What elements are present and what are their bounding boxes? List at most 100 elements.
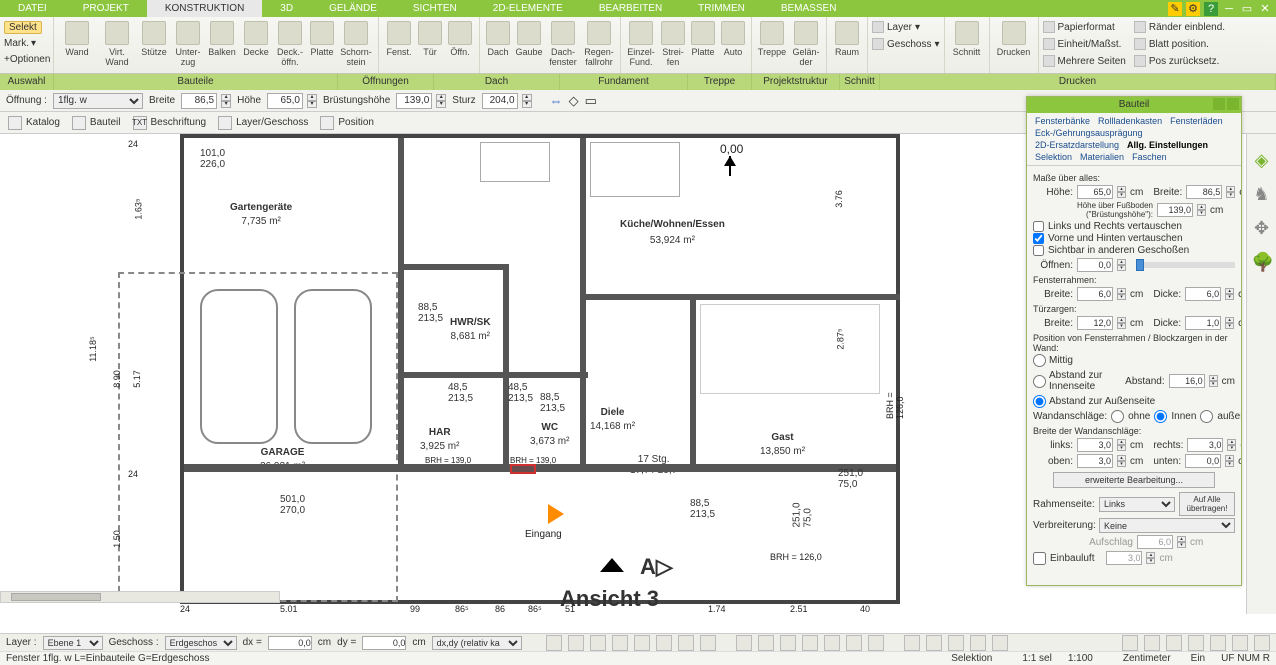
maximize-icon[interactable]: ▭ [1240,2,1254,16]
sb-icon-11[interactable] [780,635,796,651]
ck-sichtbar[interactable] [1033,245,1044,256]
gelaender-button[interactable]: Gelän-der [790,19,822,73]
blatt-pos-button[interactable]: Blatt position. [1134,36,1225,52]
treppe-button[interactable]: Treppe [756,19,788,73]
dach-button[interactable]: Dach [484,19,512,73]
tuer-button[interactable]: Tür [417,19,443,73]
sb-icon-17[interactable] [926,635,942,651]
info-icon[interactable]: ? [1204,2,1218,16]
oben-input[interactable] [1077,454,1113,468]
sb-icon-16[interactable] [904,635,920,651]
sb-icon-20[interactable] [992,635,1008,651]
sb-geschoss-select[interactable]: Erdgeschos [165,636,237,650]
help-icon[interactable]: ✎ [1168,2,1182,16]
panel-close-icon[interactable] [1227,98,1239,110]
mehrere-seiten-button[interactable]: Mehrere Seiten [1043,53,1126,69]
hoehe-spinner[interactable]: ▴▾ [307,94,317,108]
oeffnen-slider[interactable] [1136,262,1235,268]
tab-bemassen[interactable]: BEMASSEN [763,0,855,17]
katalog-button[interactable]: Katalog [8,116,60,130]
td-input[interactable] [1185,316,1221,330]
layers-icon[interactable]: ◈ [1252,150,1272,170]
regenfallrohr-button[interactable]: Regen-fallrohr [582,19,616,73]
ptab-2d[interactable]: 2D-Ersatzdarstellung [1031,139,1123,151]
p-breite-input[interactable] [1186,185,1222,199]
selected-window[interactable] [510,464,536,474]
fplatte-button[interactable]: Platte [689,19,717,73]
sb-icon-10[interactable] [758,635,774,651]
tab-bearbeiten[interactable]: BEARBEITEN [581,0,680,17]
papierformat-button[interactable]: Papierformat [1043,19,1126,35]
sb-icon-7[interactable] [678,635,694,651]
tab-projekt[interactable]: PROJEKT [65,0,147,17]
links-input[interactable] [1077,438,1113,452]
h-scrollbar-thumb[interactable] [11,593,101,601]
sturz-spinner[interactable]: ▴▾ [522,94,532,108]
selekt-button[interactable]: Selekt [4,21,42,34]
bauteil-button[interactable]: Bauteil [72,116,121,130]
sb-icon-12[interactable] [802,635,818,651]
p-hof-input[interactable] [1157,203,1193,217]
ptab-fensterlaeden[interactable]: Fensterläden [1166,115,1227,127]
h-scrollbar[interactable] [0,591,280,603]
sb-icon-9[interactable] [736,635,752,651]
ptab-rollladen[interactable]: Rollladenkasten [1094,115,1166,127]
stuetze-button[interactable]: Stütze [138,19,170,73]
sb-icon-13[interactable] [824,635,840,651]
sb-icon-3[interactable] [590,635,606,651]
sb-icon-r3[interactable] [1166,635,1182,651]
sb-icon-r6[interactable] [1232,635,1248,651]
sb-layer-select[interactable]: Ebene 1 [43,636,103,650]
balken-button[interactable]: Balken [206,19,238,73]
r-mittig[interactable] [1033,354,1046,367]
sb-icon-8[interactable] [700,635,716,651]
chair-icon[interactable]: ♞ [1252,184,1272,204]
ck-lr[interactable] [1033,221,1044,232]
sb-mode-select[interactable]: dx,dy (relativ ka [432,636,522,650]
ptab-selektion[interactable]: Selektion [1031,151,1076,163]
p-hof-spin[interactable]: ▴▾ [1197,204,1206,216]
aufschlag-input[interactable] [1137,535,1173,549]
ck-vh[interactable] [1033,233,1044,244]
rechts-input[interactable] [1187,438,1223,452]
gaube-button[interactable]: Gaube [514,19,544,73]
breite-spinner[interactable]: ▴▾ [221,94,231,108]
oeffnen-input[interactable] [1077,258,1113,272]
fenster-button[interactable]: Fenst. [383,19,415,73]
tab-2delemente[interactable]: 2D-ELEMENTE [475,0,581,17]
mode3-icon[interactable]: ▭ [585,93,597,109]
panel-min-icon[interactable] [1213,98,1225,110]
unterzug-button[interactable]: Unter-zug [172,19,204,73]
sb-icon-14[interactable] [846,635,862,651]
brust-input[interactable] [396,93,432,109]
verbr-select[interactable]: Keine [1099,518,1235,533]
drucken-button[interactable]: Drucken [994,19,1034,73]
sb-icon-r4[interactable] [1188,635,1204,651]
minimize-icon[interactable]: ─ [1222,2,1236,16]
erw-button[interactable]: erweiterte Bearbeitung... [1053,472,1215,488]
sb-dy-input[interactable] [362,636,406,650]
oeffn-button[interactable]: Öffn. [445,19,475,73]
p-breite-spin[interactable]: ▴▾ [1226,186,1235,198]
sb-icon-r2[interactable] [1144,635,1160,651]
sturz-input[interactable] [482,93,518,109]
tab-3d[interactable]: 3D [262,0,311,17]
sb-dx-input[interactable] [268,636,312,650]
fb-input[interactable] [1077,287,1113,301]
mode2-icon[interactable]: ◇ [569,93,579,109]
einzelfund-button[interactable]: Einzel-Fund. [625,19,657,73]
sb-icon-18[interactable] [948,635,964,651]
tb-input[interactable] [1077,316,1113,330]
decke-button[interactable]: Decke [240,19,272,73]
sb-icon-r5[interactable] [1210,635,1226,651]
opening-select[interactable]: 1flg. w [53,93,143,109]
close-icon[interactable]: ✕ [1258,2,1272,16]
schornstein-button[interactable]: Schorn-stein [338,19,374,73]
wand-button[interactable]: Wand [58,19,96,73]
sb-icon-1[interactable] [546,635,562,651]
raender-button[interactable]: Ränder einblend. [1134,19,1225,35]
r-aussen[interactable] [1033,395,1046,408]
platte-button[interactable]: Platte [308,19,336,73]
optionen-button[interactable]: +Optionen [4,54,50,65]
ptab-materialien[interactable]: Materialien [1076,151,1128,163]
